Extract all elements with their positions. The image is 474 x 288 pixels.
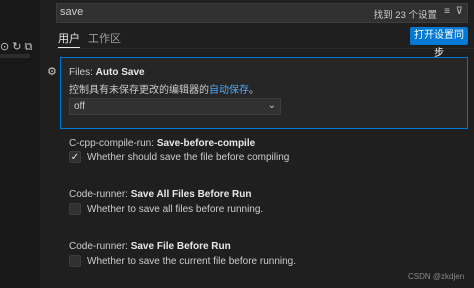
search-result-count: 找到 23 个设置 — [373, 10, 437, 21]
setting-title: Code-runner: Save All Files Before Run — [69, 189, 252, 200]
gear-icon[interactable]: ⚙ — [47, 65, 57, 78]
tabs-divider — [56, 48, 474, 49]
save-all-files-checkbox[interactable] — [69, 203, 81, 215]
explorer-highlight — [0, 54, 30, 58]
clear-filter-icon[interactable]: ≡ — [444, 6, 450, 17]
tab-user[interactable]: 用户 — [58, 30, 80, 46]
settings-search-box[interactable]: save 找到 23 个设置 ≡ ⊽ — [56, 3, 468, 23]
auto-save-link[interactable]: 自动保存 — [209, 85, 249, 96]
collapse-icon[interactable]: ⊙ — [0, 41, 9, 53]
setting-description: Whether to save the current file before … — [87, 256, 297, 267]
save-file-checkbox[interactable] — [69, 255, 81, 267]
copy-icon[interactable]: ⧉ — [24, 41, 32, 53]
tab-workspace[interactable]: 工作区 — [88, 30, 121, 46]
filter-icon[interactable]: ⊽ — [456, 6, 463, 17]
refresh-icon[interactable]: ↻ — [12, 41, 21, 53]
watermark: CSDN @zkdjen — [408, 272, 465, 281]
select-value: off — [74, 101, 85, 112]
save-before-compile-checkbox[interactable]: ✓ — [69, 151, 81, 163]
checkmark-icon: ✓ — [70, 152, 80, 163]
setting-title: C-cpp-compile-run: Save-before-compile — [69, 138, 256, 149]
auto-save-select[interactable]: off ⌄ — [69, 98, 281, 115]
setting-description: 控制具有未保存更改的编辑器的自动保存。 — [69, 85, 259, 96]
chevron-down-icon: ⌄ — [267, 100, 276, 111]
search-input[interactable]: save — [60, 6, 83, 18]
setting-title: Files: Auto Save — [69, 67, 145, 78]
explorer-actions: ⊙ ↻ ⧉ — [0, 40, 35, 54]
setting-description: Whether should save the file before comp… — [87, 152, 290, 163]
setting-title: Code-runner: Save File Before Run — [69, 241, 231, 252]
explorer-side-strip: ⊙ ↻ ⧉ — [0, 0, 40, 288]
open-settings-sync-button[interactable]: 打开设置同步 — [410, 27, 468, 59]
setting-description: Whether to save all files before running… — [87, 204, 264, 215]
